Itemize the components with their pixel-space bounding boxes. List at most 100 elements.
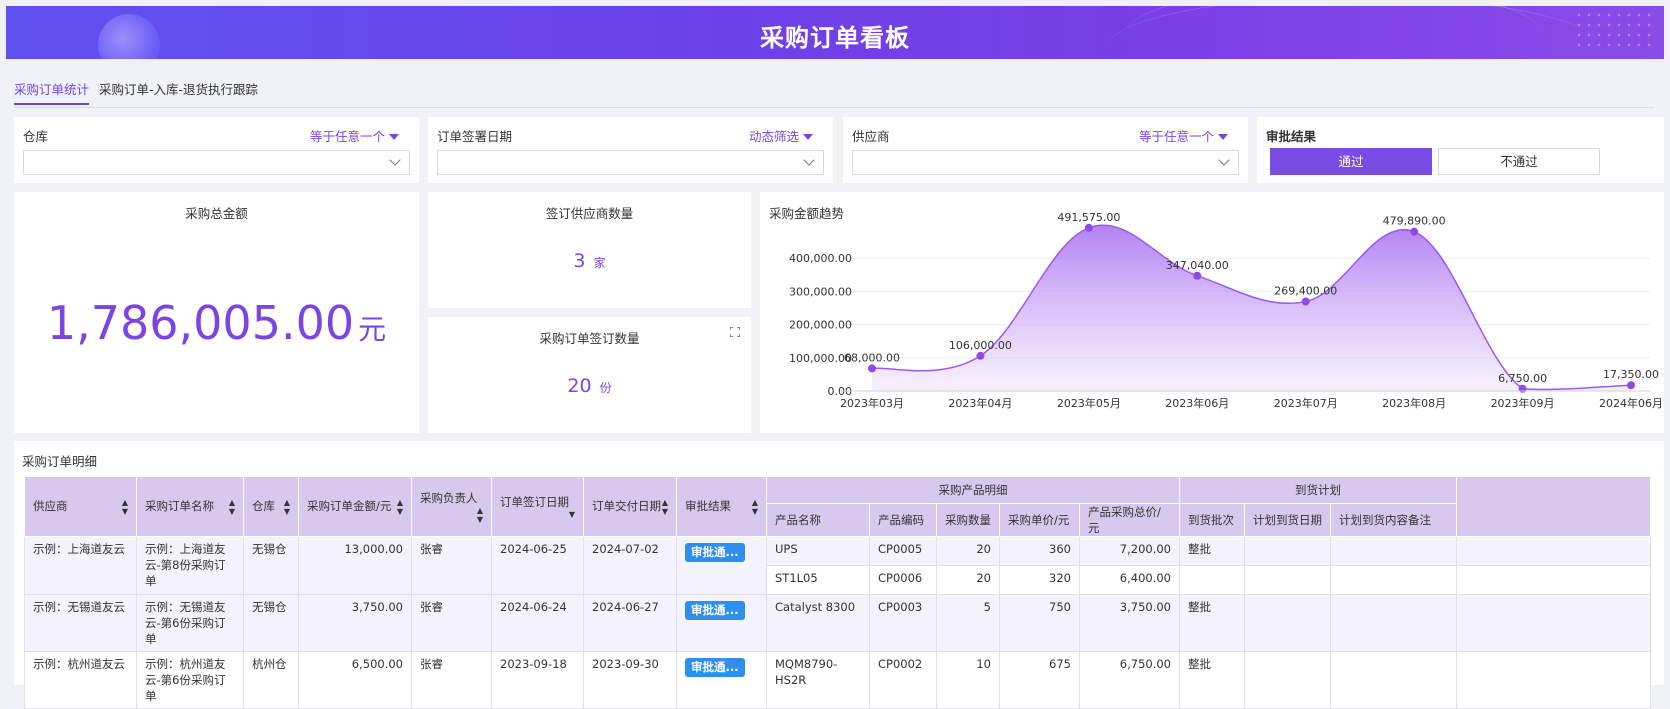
cell-amount: 6,500.00: [298, 651, 412, 709]
order-detail-panel: 采购订单明细 供应商 ▲ ▼ 采购订单名称 ▲ ▼ 仓库 ▲ ▼ 采购订单金额/元 ▲ ▼ 采购…: [14, 441, 1664, 709]
cell-qty: 10: [936, 651, 1000, 709]
sort-icon[interactable]: ▲ ▼: [477, 506, 483, 524]
filter-label: 审批结果: [1266, 129, 1317, 144]
header-unit-price[interactable]: 采购单价/元: [999, 503, 1080, 537]
header-warehouse[interactable]: 仓库 ▲ ▼: [243, 476, 299, 537]
kpi-value: 3 家: [428, 250, 751, 272]
cell-qty: 20: [936, 536, 1000, 566]
header-supplier[interactable]: 供应商 ▲ ▼: [24, 476, 137, 537]
cell-sign-date: 2023-09-18: [491, 651, 584, 709]
data-point: [976, 351, 985, 360]
cell-sign-date: 2024-06-24: [491, 594, 584, 652]
sort-icon[interactable]: ▲ ▼: [752, 498, 758, 516]
filter-label: 订单签署日期: [437, 129, 513, 144]
cell-amount: 3,750.00: [298, 594, 412, 652]
kpi-number: 1,786,005.00: [46, 296, 355, 350]
cell-delivery-date: 2024-07-02: [583, 536, 677, 595]
header-label: 采购订单名称: [145, 498, 214, 513]
approval-badge[interactable]: 审批通...: [685, 658, 745, 677]
header-group-arrival: 到货计划: [1179, 476, 1457, 504]
cell-product-name: UPS: [766, 536, 870, 566]
x-tick-label: 2023年06月: [1165, 396, 1229, 410]
header-banner: 采购订单看板: [6, 6, 1664, 59]
sort-icon[interactable]: ▲ ▼: [397, 498, 403, 516]
sort-icon[interactable]: ▲ ▼: [122, 498, 128, 516]
cell-plan-note: [1330, 651, 1457, 709]
kpi-unit: 元: [358, 313, 387, 346]
header-approval[interactable]: 审批结果 ▲ ▼: [676, 476, 767, 537]
table-title: 采购订单明细: [22, 454, 98, 469]
header-qty[interactable]: 采购数量: [936, 503, 1000, 537]
header-plan-note[interactable]: 计划到货内容备注: [1330, 503, 1457, 537]
table-row[interactable]: 示例：无锡道友云 示例：无锡道友云-第6份采购订单 无锡仓 3,750.00 张…: [24, 594, 1651, 652]
header-total-price[interactable]: 产品采购总价/元: [1079, 503, 1180, 537]
header-label: 采购负责人: [420, 490, 478, 505]
cell-approval: 审批通...: [676, 651, 767, 709]
kpi-supplier-count: 签订供应商数量 3 家: [428, 192, 751, 308]
cell-product-code: CP0005: [869, 536, 937, 566]
fullscreen-icon[interactable]: [730, 327, 740, 337]
header-owner[interactable]: 采购负责人 ▲ ▼: [411, 476, 492, 537]
cell-product-code: CP0002: [869, 651, 937, 709]
data-label: 479,890.00: [1383, 215, 1446, 228]
filter-label: 供应商: [852, 129, 890, 144]
data-point: [868, 364, 876, 373]
cell-owner: 张睿: [411, 594, 492, 652]
cell-plan-date: [1244, 594, 1331, 652]
cell-product-name: ST1L05: [766, 565, 870, 595]
sort-icon[interactable]: ▲ ▼: [284, 498, 290, 516]
cell-qty: 5: [936, 594, 1000, 652]
filter-operator-dropdown[interactable]: 等于任意一个: [1139, 126, 1228, 145]
data-label: 269,400.00: [1274, 285, 1337, 298]
filter-operator-dropdown[interactable]: 动态筛选: [749, 126, 813, 145]
header-plan-date[interactable]: 计划到货日期: [1244, 503, 1331, 537]
supplier-select[interactable]: [852, 150, 1239, 175]
sort-desc-icon[interactable]: ▼: [569, 510, 575, 519]
cell-amount: 13,000.00: [298, 536, 412, 595]
header-batch[interactable]: 到货批次: [1179, 503, 1245, 537]
filter-operator-dropdown[interactable]: 等于任意一个: [310, 126, 399, 145]
cell-plan-date: [1244, 565, 1331, 595]
warehouse-select[interactable]: [23, 150, 410, 175]
header-amount[interactable]: 采购订单金额/元 ▲ ▼: [298, 476, 412, 537]
cell-product-code: CP0003: [869, 594, 937, 652]
data-point: [1410, 227, 1419, 236]
header-product-code[interactable]: 产品编码: [869, 503, 937, 537]
cell-owner: 张睿: [411, 536, 492, 595]
cell-batch: 整批: [1179, 594, 1245, 652]
sign-date-select[interactable]: [437, 150, 824, 175]
tab-order-tracking[interactable]: 采购订单-入库-退货执行跟踪: [99, 79, 258, 98]
cell-order-name: 示例：上海道友云-第8份采购订单: [136, 536, 244, 595]
data-label: 68,000.00: [844, 351, 900, 364]
y-tick-label: 300,000.00: [789, 285, 852, 298]
header-delivery-date[interactable]: 订单交付日期 ▲ ▼: [583, 476, 677, 537]
header-order-name[interactable]: 采购订单名称 ▲ ▼: [136, 476, 244, 537]
cell-spacer: [1456, 536, 1651, 566]
kpi-number: 3: [573, 250, 586, 272]
approval-badge[interactable]: 审批通...: [685, 601, 745, 620]
cell-order-name: 示例：无锡道友云-第6份采购订单: [136, 594, 244, 652]
sort-icon[interactable]: ▲ ▼: [229, 498, 235, 516]
header-sign-date[interactable]: 订单签订日期 ▼: [491, 476, 584, 537]
y-tick-label: 200,000.00: [789, 319, 852, 332]
header-product-name[interactable]: 产品名称: [766, 503, 870, 537]
approval-badge[interactable]: 审批通...: [685, 543, 745, 562]
table-row[interactable]: 示例：杭州道友云 示例：杭州道友云-第6份采购订单 杭州仓 6,500.00 张…: [24, 651, 1651, 709]
approval-pass-button[interactable]: 通过: [1270, 148, 1432, 175]
filter-approval: 审批结果 通过 不通过: [1257, 117, 1664, 183]
cell-spacer: [1456, 565, 1651, 595]
order-detail-table: 供应商 ▲ ▼ 采购订单名称 ▲ ▼ 仓库 ▲ ▼ 采购订单金额/元 ▲ ▼ 采购负责人 ▲ ▼ 订…: [24, 476, 1651, 709]
kpi-unit: 家: [593, 256, 606, 270]
approval-fail-button[interactable]: 不通过: [1438, 148, 1600, 175]
sort-icon[interactable]: ▲ ▼: [662, 498, 668, 516]
filter-operator-label: 等于任意一个: [1138, 129, 1214, 144]
data-point: [1518, 384, 1527, 393]
cell-unit-price: 675: [999, 651, 1080, 709]
table-row[interactable]: 示例：上海道友云 示例：上海道友云-第8份采购订单 无锡仓 13,000.00 …: [24, 536, 1651, 595]
tab-order-stats[interactable]: 采购订单统计: [14, 79, 90, 105]
page-title: 采购订单看板: [760, 24, 910, 52]
y-tick-label: 400,000.00: [789, 252, 852, 265]
cell-supplier: 示例：上海道友云: [24, 536, 137, 595]
cell-warehouse: 无锡仓: [243, 594, 299, 652]
cell-product-code: CP0006: [869, 565, 937, 595]
